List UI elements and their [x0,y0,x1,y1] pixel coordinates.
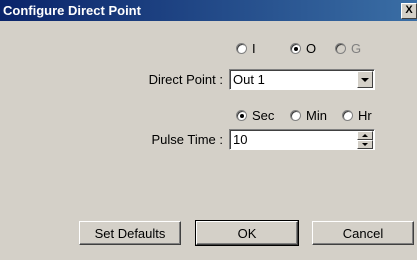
cancel-button[interactable]: Cancel [312,221,414,245]
radio-label-sec: Sec [252,108,275,123]
radio-label-hr: Hr [358,108,372,123]
radio-circle-selected-icon [236,110,247,121]
radio-point-type-g[interactable]: G [335,41,361,56]
radio-label-g: G [351,41,362,56]
set-defaults-label: Set Defaults [94,225,166,241]
direct-point-value: Out 1 [233,72,265,87]
direct-point-dropdown[interactable]: Out 1 [229,69,375,90]
radio-unit-min[interactable]: Min [290,108,327,123]
radio-circle-disabled-icon [335,43,346,54]
spin-down-icon[interactable] [357,140,373,149]
radio-unit-sec[interactable]: Sec [236,108,274,123]
pulse-time-value: 10 [233,132,248,147]
radio-unit-hr[interactable]: Hr [342,108,372,123]
close-icon: X [405,4,413,16]
radio-circle-icon [290,110,301,121]
set-defaults-button[interactable]: Set Defaults [79,221,181,245]
spin-up-icon[interactable] [357,131,373,140]
radio-label-i: I [252,41,256,56]
radio-point-type-o[interactable]: O [290,41,316,56]
chevron-down-icon[interactable] [357,71,373,88]
radio-label-min: Min [306,108,327,123]
radio-point-type-i[interactable]: I [236,41,256,56]
title-bar: Configure Direct Point X [0,0,417,21]
ok-label: OK [237,225,257,241]
direct-point-label: Direct Point : [148,72,223,87]
ok-button[interactable]: OK [195,220,299,246]
cancel-label: Cancel [342,225,384,241]
close-button[interactable]: X [401,3,417,19]
radio-circle-icon [342,110,353,121]
window-title: Configure Direct Point [3,3,141,18]
pulse-time-label: Pulse Time : [151,132,223,147]
pulse-time-stepper[interactable]: 10 [229,129,375,150]
radio-circle-icon [236,43,247,54]
radio-circle-selected-icon [290,43,301,54]
radio-label-o: O [306,41,317,56]
